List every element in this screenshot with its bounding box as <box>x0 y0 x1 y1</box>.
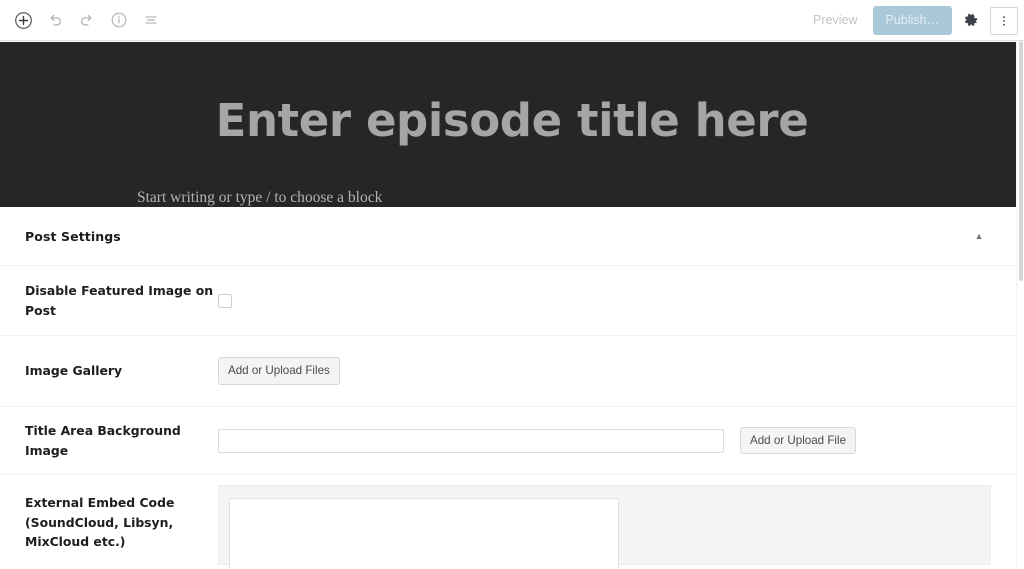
row-image-gallery: Image Gallery Add or Upload Files <box>0 336 1016 407</box>
row-disable-featured-image: Disable Featured Image on Post <box>0 266 1016 336</box>
row-label-disable-featured-image: Disable Featured Image on Post <box>25 282 214 318</box>
toolbar-left-group <box>0 4 167 36</box>
external-embed-code-textarea[interactable] <box>229 498 619 569</box>
add-block-icon[interactable] <box>7 4 39 36</box>
publish-button[interactable]: Publish… <box>872 5 952 36</box>
row-field-disable-featured-image <box>218 293 991 308</box>
undo-icon[interactable] <box>39 4 71 36</box>
post-settings-header[interactable]: Post Settings ▲ <box>0 208 1016 266</box>
row-external-embed-code: External Embed Code (SoundCloud, Libsyn,… <box>0 475 1016 569</box>
editor-toolbar: Preview Publish… <box>0 0 1024 41</box>
chevron-up-icon[interactable]: ▲ <box>972 232 986 241</box>
row-field-title-area-background-image: Add or Upload File <box>218 426 991 455</box>
disable-featured-image-checkbox[interactable] <box>218 293 232 308</box>
gear-icon[interactable] <box>956 6 986 36</box>
row-label-external-embed-code: External Embed Code (SoundCloud, Libsyn,… <box>25 495 175 550</box>
post-settings-rows: Disable Featured Image on Post Image Gal… <box>0 266 1016 569</box>
episode-title-input[interactable]: Enter episode title here <box>0 94 1024 147</box>
external-embed-code-panel <box>218 485 991 569</box>
vertical-scrollbar-track[interactable] <box>1016 41 1024 569</box>
list-view-icon[interactable] <box>135 4 167 36</box>
add-or-upload-files-button[interactable]: Add or Upload Files <box>218 357 340 385</box>
row-title-area-background-image: Title Area Background Image Add or Uploa… <box>0 407 1016 475</box>
vertical-ellipsis-icon[interactable] <box>990 6 1018 35</box>
post-editor-app: Preview Publish… Enter episode title her… <box>0 0 1024 569</box>
title-area-block: Enter episode title here Start writing o… <box>0 42 1024 207</box>
add-or-upload-file-button[interactable]: Add or Upload File <box>740 426 857 455</box>
details-info-icon[interactable] <box>103 4 135 36</box>
vertical-scrollbar-thumb[interactable] <box>1019 41 1023 281</box>
row-label-title-area-background-image: Title Area Background Image <box>25 422 181 458</box>
title-area-background-image-input[interactable] <box>218 428 724 453</box>
post-settings-metabox: Post Settings ▲ Disable Featured Image o… <box>0 208 1016 569</box>
row-label-image-gallery: Image Gallery <box>25 363 123 379</box>
toolbar-right-group: Preview Publish… <box>802 0 1018 41</box>
row-field-image-gallery: Add or Upload Files <box>218 357 991 385</box>
redo-icon[interactable] <box>71 4 103 36</box>
page-title: Post Settings <box>25 229 121 244</box>
post-body-input[interactable]: Start writing or type / to choose a bloc… <box>137 189 382 207</box>
preview-button[interactable]: Preview <box>802 7 868 35</box>
